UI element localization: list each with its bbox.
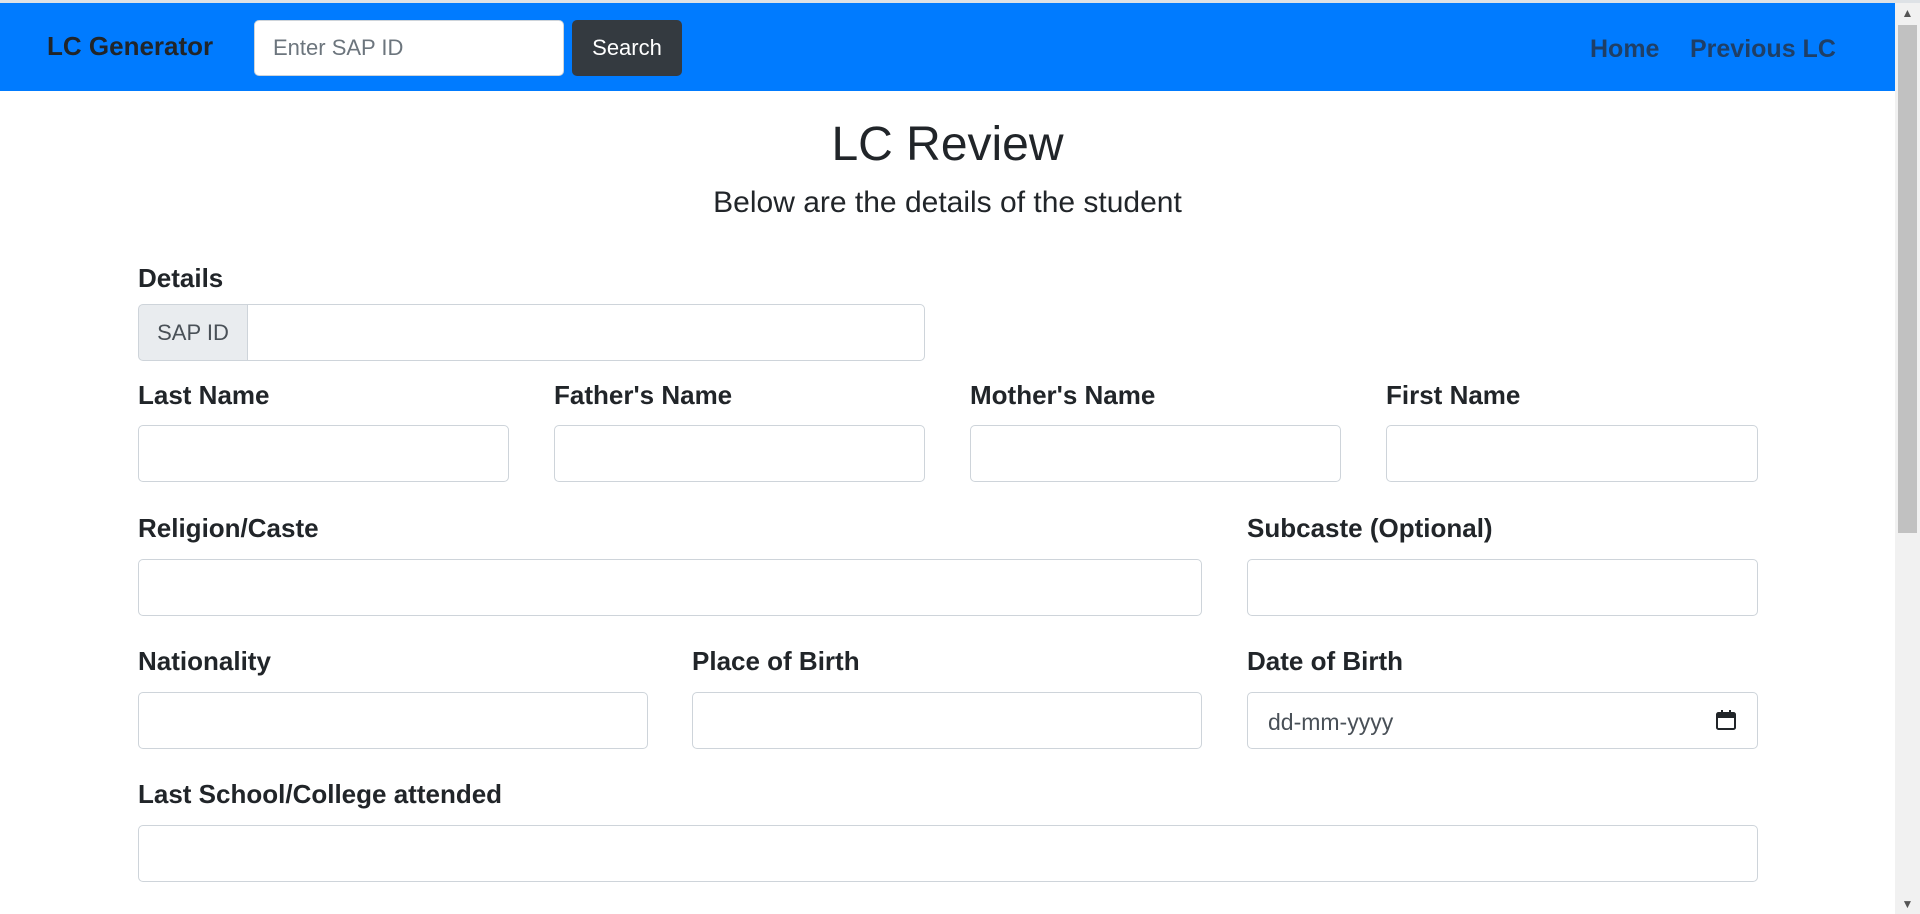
calendar-icon[interactable]: [1715, 709, 1737, 731]
subcaste-label: Subcaste (Optional): [1247, 513, 1493, 543]
last-name-label: Last Name: [138, 380, 270, 410]
last-school-label: Last School/College attended: [138, 779, 503, 809]
search-input[interactable]: [254, 20, 564, 76]
date-placeholder: dd-mm-yyyy: [1268, 709, 1394, 735]
nav-link-previous-lc[interactable]: Previous LC: [1690, 35, 1836, 64]
nav-link-home[interactable]: Home: [1590, 35, 1659, 64]
last-school-field[interactable]: [138, 825, 1758, 882]
religion-caste-field[interactable]: [138, 559, 1202, 616]
mothers-name-field[interactable]: [970, 425, 1341, 482]
date-of-birth-field[interactable]: dd-mm-yyyy: [1247, 692, 1758, 749]
subcaste-field[interactable]: [1247, 559, 1758, 616]
brand-logo[interactable]: LC Generator: [47, 31, 213, 62]
fathers-name-field[interactable]: [554, 425, 925, 482]
scroll-down-arrow-icon[interactable]: ▼: [1895, 894, 1920, 914]
first-name-field[interactable]: [1386, 425, 1758, 482]
vertical-scrollbar[interactable]: ▲ ▼: [1895, 3, 1920, 914]
sap-id-addon: SAP ID: [138, 304, 248, 361]
nationality-field[interactable]: [138, 692, 648, 749]
place-of-birth-field[interactable]: [692, 692, 1202, 749]
first-name-label: First Name: [1386, 380, 1521, 410]
mothers-name-label: Mother's Name: [970, 380, 1156, 410]
date-of-birth-label: Date of Birth: [1247, 646, 1403, 676]
page-subtitle: Below are the details of the student: [713, 186, 1182, 219]
navbar: LC Generator Search Home Previous LC: [0, 3, 1895, 91]
fathers-name-label: Father's Name: [554, 380, 733, 410]
place-of-birth-label: Place of Birth: [692, 646, 860, 676]
details-label: Details: [138, 263, 224, 293]
religion-caste-label: Religion/Caste: [138, 513, 319, 543]
last-name-field[interactable]: [138, 425, 509, 482]
nationality-label: Nationality: [138, 646, 271, 676]
scrollbar-thumb[interactable]: [1898, 25, 1917, 533]
search-button[interactable]: Search: [572, 20, 682, 76]
scroll-up-arrow-icon[interactable]: ▲: [1895, 3, 1920, 23]
page-title: LC Review: [831, 118, 1064, 171]
sap-id-field[interactable]: [247, 304, 925, 361]
